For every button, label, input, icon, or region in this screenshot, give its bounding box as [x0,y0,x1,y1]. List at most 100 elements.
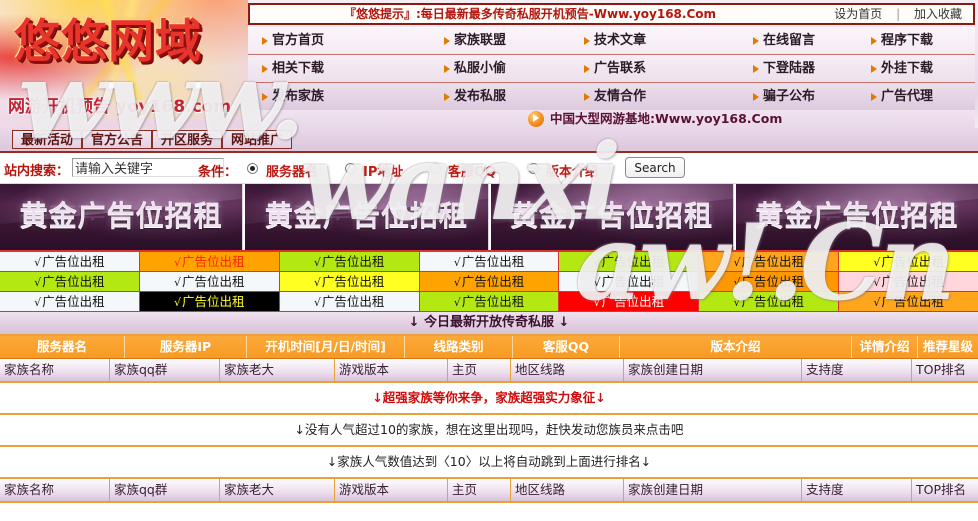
nav-item-program-download[interactable]: 程序下载 [871,27,933,54]
ad-slot-cell[interactable]: √广告位出租 [559,252,700,272]
check-mark-icon: √ [453,256,461,269]
table-subcolumn-header[interactable]: 游戏版本 [335,359,448,381]
table-column-header[interactable]: 详情介绍 [852,336,918,358]
ad-slot-cell[interactable]: √广告位出租 [419,292,560,312]
nav-item-private-thief[interactable]: 私服小偷 [444,55,506,82]
family-table-subheader-bottom: 家族名称 家族qq群 家族老大 游戏版本 主页 地区线路 家族创建日期 支持度 TOP排名 [0,479,978,503]
table-subcolumn-header[interactable]: 家族qq群 [110,359,220,381]
table-subcolumn-header[interactable]: 主页 [448,479,511,501]
table-subcolumn-header[interactable]: TOP排名 [912,359,978,381]
nav-item-ad-agent[interactable]: 广告代理 [871,83,933,110]
ad-slot-cell[interactable]: √广告位出租 [699,252,840,272]
link-separator: | [896,7,901,21]
table-subcolumn-header[interactable]: 支持度 [802,479,912,501]
search-button[interactable]: Search [625,157,685,178]
table-subcolumn-header[interactable]: 家族创建日期 [624,359,802,381]
table-subcolumn-header[interactable]: TOP排名 [912,479,978,501]
ad-slot-cell[interactable]: √广告位出租 [699,292,840,312]
nav-item-official-home[interactable]: 官方首页 [262,27,324,54]
nav-item-tech-articles[interactable]: 技术文章 [584,27,646,54]
nav-item-family-alliance[interactable]: 家族联盟 [444,27,506,54]
ad-slot-cell[interactable]: √广告位出租 [279,272,420,292]
table-column-header[interactable]: 开机时间[月/日/时间] [247,336,405,358]
nav-item-publish-server[interactable]: 发布私服 [444,83,506,110]
ad-slot-label: 广告位出租 [182,254,245,269]
gold-banner-1[interactable]: 黄金广告位招租 黄金广告位招租 [0,184,244,250]
ad-slot-cell[interactable]: √广告位出租 [559,272,700,292]
nav-item-related-download[interactable]: 相关下载 [262,55,324,82]
ad-slot-cell[interactable]: √广告位出租 [559,292,700,312]
tab-strip: 最新活动 官方公告 开区服务 网站推广 [0,128,978,153]
ad-slot-cell[interactable]: √广告位出租 [139,292,280,312]
radio-label-ip-address[interactable]: IP地址 [363,161,403,180]
ad-slot-cell[interactable]: √广告位出租 [279,292,420,312]
table-column-header[interactable]: 客服QQ [513,336,620,358]
table-subcolumn-header[interactable]: 家族qq群 [110,479,220,501]
gold-banner-2[interactable]: 黄金广告位招租 黄金广告位招租 [245,184,489,250]
nav-label: 友情合作 [594,89,647,104]
ad-slot-label: 广告位出租 [42,254,105,269]
nav-item-ad-contact[interactable]: 广告联系 [584,55,646,82]
gold-banner-reflection: 黄金广告位招租 [755,203,959,222]
ad-slot-cell[interactable]: √广告位出租 [419,252,560,272]
search-bar: 站内搜索： 条件： 服务器名 IP地址 客服QQ 版本介绍 Search [0,153,978,184]
table-subcolumn-header[interactable]: 家族创建日期 [624,479,802,501]
table-subcolumn-header[interactable]: 地区线路 [511,479,624,501]
set-homepage-link[interactable]: 设为首页 [829,7,887,21]
radio-label-server-name[interactable]: 服务器名 [266,161,318,180]
nav-item-login-download[interactable]: 下登陆器 [753,55,815,82]
ad-slot-cell[interactable]: √广告位出租 [0,292,140,312]
base-tagline-text: 中国大型网游基地:Www.yoy168.Com [550,111,783,126]
radio-server-name[interactable] [247,163,258,174]
table-subcolumn-header[interactable]: 主页 [448,359,511,381]
gold-banner-3[interactable]: 黄金广告位招租 黄金广告位招租 [490,184,734,250]
radio-label-service-qq[interactable]: 客服QQ [448,161,496,180]
ad-slot-cell[interactable]: √广告位出租 [839,292,978,312]
nav-item-publish-family[interactable]: 发布家族 [262,83,324,110]
ad-slot-cell[interactable]: √广告位出租 [0,252,140,272]
ad-slot-label: 广告位出租 [461,254,525,269]
tab-official-announcement[interactable]: 官方公告 [82,130,153,149]
ad-slot-cell[interactable]: √广告位出租 [419,272,560,292]
radio-service-qq[interactable] [430,163,441,174]
table-column-header[interactable]: 服务器IP [125,336,247,358]
gold-banner-4[interactable]: 黄金广告位招租 黄金广告位招租 [735,184,978,250]
check-mark-icon: √ [873,256,881,269]
ad-slot-cell[interactable]: √广告位出租 [839,252,978,272]
site-logo[interactable]: 悠悠网域 网游开机预告 yoy168.com [0,0,248,128]
check-mark-icon: √ [313,296,321,309]
table-subcolumn-header[interactable]: 游戏版本 [335,479,448,501]
nav-item-plugin-download[interactable]: 外挂下载 [871,55,933,82]
ad-slot-cell[interactable]: √广告位出租 [699,272,840,292]
table-subcolumn-header[interactable]: 家族老大 [220,479,335,501]
add-favorite-link[interactable]: 加入收藏 [909,7,967,21]
ad-slot-cell[interactable]: √广告位出租 [839,272,978,292]
table-subcolumn-header[interactable]: 家族名称 [0,359,110,381]
ad-slot-cell[interactable]: √广告位出租 [279,252,420,272]
nav-label: 下登陆器 [763,61,816,76]
tab-opening-service[interactable]: 开区服务 [152,130,223,149]
table-column-header[interactable]: 版本介绍 [620,336,852,358]
check-mark-icon: √ [733,256,741,269]
radio-ip-address[interactable] [345,163,356,174]
note-line-3: ↓家族人气数值达到〈10〉以上将自动跳到上面进行排名↓ [0,447,978,479]
nav-item-online-message[interactable]: 在线留言 [753,27,815,54]
table-column-header[interactable]: 线路类别 [405,336,513,358]
table-column-header[interactable]: 推荐星级 [918,336,978,358]
nav-item-scammer-list[interactable]: 骗子公布 [753,83,815,110]
tab-site-promotion[interactable]: 网站推广 [222,130,293,149]
ad-slot-cell[interactable]: √广告位出租 [139,272,280,292]
table-column-header[interactable]: 服务器名 [0,336,125,358]
nav-item-friend-cooperation[interactable]: 友情合作 [584,83,646,110]
radio-label-version-intro[interactable]: 版本介绍 [546,161,598,180]
table-subcolumn-header[interactable]: 家族老大 [220,359,335,381]
ad-slot-label: 广告位出租 [182,274,245,289]
ad-slot-cell[interactable]: √广告位出租 [0,272,140,292]
tab-latest-activity[interactable]: 最新活动 [12,130,83,149]
ad-slot-cell[interactable]: √广告位出租 [139,252,280,272]
ad-grid-row: √广告位出租 √广告位出租 √广告位出租 √广告位出租 √广告位出租 √广告位出租 √广告位… [0,272,978,292]
table-subcolumn-header[interactable]: 家族名称 [0,479,110,501]
radio-version-intro[interactable] [528,163,539,174]
table-subcolumn-header[interactable]: 地区线路 [511,359,624,381]
table-subcolumn-header[interactable]: 支持度 [802,359,912,381]
